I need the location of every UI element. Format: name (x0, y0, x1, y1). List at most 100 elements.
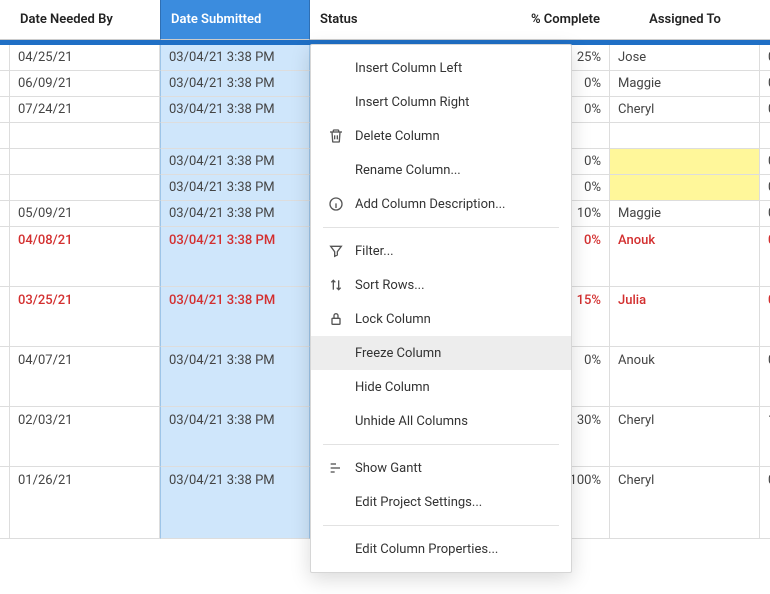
cell-date-needed[interactable] (10, 149, 160, 175)
cell-overflow[interactable] (760, 123, 770, 149)
row-stub[interactable] (0, 407, 10, 467)
menu-label: Delete Column (355, 129, 440, 144)
cell-date-needed[interactable]: 02/03/21 (10, 407, 160, 467)
menu-filter[interactable]: Filter... (311, 234, 571, 268)
menu-edit-column-properties[interactable]: Edit Column Properties... (311, 532, 571, 566)
blank-icon (327, 378, 345, 396)
cell-date-submitted[interactable]: 03/04/21 3:38 PM (160, 347, 310, 407)
menu-insert-column-left[interactable]: Insert Column Left (311, 51, 571, 85)
cell-date-submitted[interactable]: 03/04/21 3:38 PM (160, 149, 310, 175)
menu-label: Lock Column (355, 312, 431, 327)
cell-assigned-to[interactable]: Cheryl (610, 97, 760, 123)
row-stub[interactable] (0, 287, 10, 347)
cell-overflow[interactable]: 0 (760, 97, 770, 123)
col-header-status[interactable]: Status (310, 0, 460, 40)
menu-edit-project-settings[interactable]: Edit Project Settings... (311, 485, 571, 519)
cell-date-needed[interactable] (10, 175, 160, 201)
header-edge (760, 0, 770, 40)
cell-date-needed[interactable]: 04/08/21 (10, 227, 160, 287)
row-stub[interactable] (0, 467, 10, 539)
row-stub[interactable] (0, 175, 10, 201)
cell-date-submitted[interactable]: 03/04/21 3:38 PM (160, 45, 310, 71)
menu-label: Filter... (355, 244, 394, 259)
cell-date-needed[interactable]: 03/25/21 (10, 287, 160, 347)
menu-label: Unhide All Columns (355, 414, 468, 429)
cell-date-needed[interactable]: 04/25/21 (10, 45, 160, 71)
menu-separator (323, 525, 559, 526)
menu-label: Edit Column Properties... (355, 542, 498, 557)
cell-date-submitted[interactable]: 03/04/21 3:38 PM (160, 287, 310, 347)
menu-add-column-description[interactable]: Add Column Description... (311, 187, 571, 221)
row-stub[interactable] (0, 149, 10, 175)
cell-date-submitted[interactable]: 03/04/21 3:38 PM (160, 97, 310, 123)
cell-overflow[interactable]: 0 (760, 287, 770, 347)
menu-freeze-column[interactable]: Freeze Column (311, 336, 571, 370)
menu-label: Insert Column Right (355, 95, 469, 110)
blank-icon (327, 344, 345, 362)
menu-label: Add Column Description... (355, 197, 505, 212)
cell-assigned-to[interactable] (610, 175, 760, 201)
blank-icon (327, 493, 345, 511)
cell-assigned-to[interactable] (610, 123, 760, 149)
cell-date-submitted[interactable]: 03/04/21 3:38 PM (160, 71, 310, 97)
menu-separator (323, 227, 559, 228)
row-stub[interactable] (0, 97, 10, 123)
cell-assigned-to[interactable]: Cheryl (610, 467, 760, 539)
cell-overflow[interactable]: 0 (760, 71, 770, 97)
cell-assigned-to[interactable]: Maggie (610, 71, 760, 97)
header-stub (0, 0, 10, 40)
row-stub[interactable] (0, 45, 10, 71)
gantt-icon (327, 459, 345, 477)
menu-lock-column[interactable]: Lock Column (311, 302, 571, 336)
cell-date-needed[interactable]: 01/26/21 (10, 467, 160, 539)
cell-assigned-to[interactable] (610, 149, 760, 175)
column-context-menu: Insert Column Left Insert Column Right D… (310, 44, 572, 573)
col-header-pct-complete[interactable]: % Complete (460, 0, 610, 40)
col-header-assigned-to[interactable]: Assigned To (610, 0, 760, 40)
cell-date-needed[interactable]: 07/24/21 (10, 97, 160, 123)
cell-date-submitted[interactable]: 03/04/21 3:38 PM (160, 467, 310, 539)
cell-date-needed[interactable]: 04/07/21 (10, 347, 160, 407)
cell-assigned-to[interactable]: Anouk (610, 347, 760, 407)
blank-icon (327, 540, 345, 558)
cell-assigned-to[interactable]: Julia (610, 287, 760, 347)
menu-sort-rows[interactable]: Sort Rows... (311, 268, 571, 302)
cell-overflow[interactable]: 0 (760, 175, 770, 201)
cell-date-submitted[interactable] (160, 123, 310, 149)
row-stub[interactable] (0, 227, 10, 287)
row-stub[interactable] (0, 123, 10, 149)
row-stub[interactable] (0, 347, 10, 407)
sort-icon (327, 276, 345, 294)
filter-icon (327, 242, 345, 260)
cell-date-needed[interactable]: 06/09/21 (10, 71, 160, 97)
col-header-date-submitted[interactable]: Date Submitted (160, 0, 310, 40)
cell-assigned-to[interactable]: Cheryl (610, 407, 760, 467)
menu-rename-column[interactable]: Rename Column... (311, 153, 571, 187)
col-header-date-needed[interactable]: Date Needed By (10, 0, 160, 40)
menu-delete-column[interactable]: Delete Column (311, 119, 571, 153)
cell-overflow[interactable]: 0 (760, 227, 770, 287)
cell-assigned-to[interactable]: Jose (610, 45, 760, 71)
cell-date-submitted[interactable]: 03/04/21 3:38 PM (160, 407, 310, 467)
menu-insert-column-right[interactable]: Insert Column Right (311, 85, 571, 119)
cell-assigned-to[interactable]: Maggie (610, 201, 760, 227)
menu-hide-column[interactable]: Hide Column (311, 370, 571, 404)
cell-overflow[interactable]: 0 (760, 45, 770, 71)
cell-overflow[interactable]: 1 (760, 407, 770, 467)
cell-date-submitted[interactable]: 03/04/21 3:38 PM (160, 175, 310, 201)
cell-date-needed[interactable]: 05/09/21 (10, 201, 160, 227)
cell-overflow[interactable]: 0 (760, 149, 770, 175)
cell-date-submitted[interactable]: 03/04/21 3:38 PM (160, 227, 310, 287)
row-stub[interactable] (0, 201, 10, 227)
row-stub[interactable] (0, 71, 10, 97)
cell-date-submitted[interactable]: 03/04/21 3:38 PM (160, 201, 310, 227)
cell-overflow[interactable]: 0 (760, 467, 770, 539)
cell-date-needed[interactable] (10, 123, 160, 149)
blank-icon (327, 59, 345, 77)
menu-separator (323, 444, 559, 445)
cell-overflow[interactable]: 0 (760, 201, 770, 227)
menu-show-gantt[interactable]: Show Gantt (311, 451, 571, 485)
cell-overflow[interactable]: 0 (760, 347, 770, 407)
menu-unhide-all-columns[interactable]: Unhide All Columns (311, 404, 571, 438)
cell-assigned-to[interactable]: Anouk (610, 227, 760, 287)
